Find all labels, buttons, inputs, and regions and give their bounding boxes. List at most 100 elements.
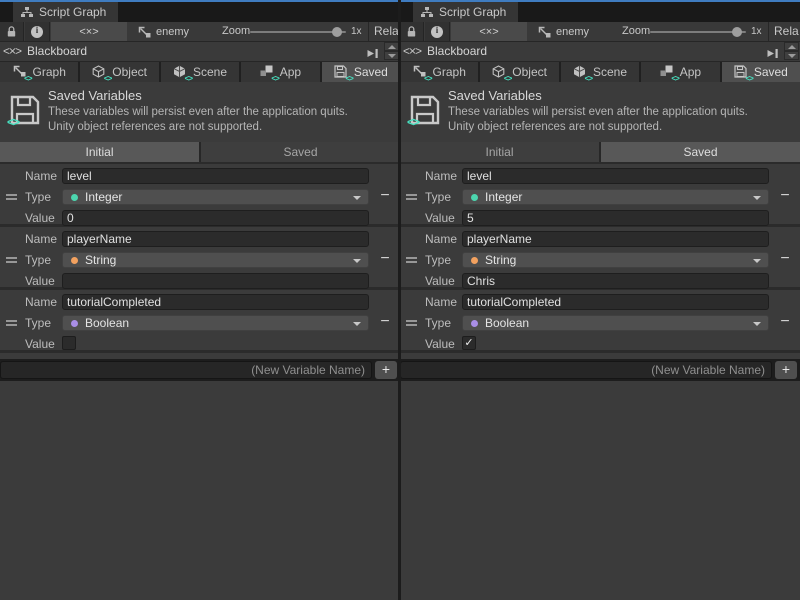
window-tab-label: Script Graph [439, 5, 506, 19]
tab-label: Object [112, 65, 147, 79]
tab-scene[interactable]: Scene [561, 62, 639, 82]
remove-variable-button[interactable]: − [375, 187, 395, 205]
variable-list: Name Type Integer − Value Name Type Stri… [400, 162, 800, 353]
toolbar-separator [368, 22, 369, 41]
variable-value-input[interactable] [62, 210, 369, 226]
variable-type-dropdown[interactable]: Integer [462, 189, 769, 205]
toolbar-separator [768, 22, 769, 41]
variable-name-input[interactable] [462, 231, 769, 247]
new-variable-input[interactable] [400, 361, 772, 379]
value-label: Value [25, 274, 55, 288]
code-badge-icon [7, 115, 19, 129]
object-tab-icon [492, 65, 506, 79]
variable-type-dropdown[interactable]: Boolean [62, 315, 369, 331]
remove-variable-button[interactable]: − [775, 250, 795, 268]
blackboard-header: <×> Blackboard [0, 42, 400, 62]
tab-app[interactable]: App [641, 62, 719, 82]
graph-breadcrumb-label: enemy [556, 26, 589, 38]
variable-name-input[interactable] [62, 168, 369, 184]
info-icon [31, 26, 43, 38]
scroll-up-button[interactable] [784, 42, 799, 51]
window-tab-script-graph[interactable]: Script Graph [413, 2, 518, 22]
variable-type-dropdown[interactable]: Integer [62, 189, 369, 205]
tab-label: App [280, 65, 301, 79]
initial-saved-subtabs: Initial Saved [400, 142, 800, 162]
tab-object[interactable]: Object [80, 62, 158, 82]
scroll-down-button[interactable] [784, 51, 799, 60]
chevron-down-icon [753, 259, 761, 263]
variable-value-input[interactable] [462, 210, 769, 226]
variable-value-checkbox[interactable]: ✓ [462, 336, 476, 350]
graph-toolbar: <×> enemy Zoom 1x Rela [400, 22, 800, 42]
variable-name-input[interactable] [62, 294, 369, 310]
remove-variable-button[interactable]: − [375, 313, 395, 331]
new-variable-row: + [400, 359, 800, 381]
graph-breadcrumb[interactable]: enemy [538, 22, 589, 41]
relations-button[interactable]: Rela [374, 22, 399, 41]
subtab-initial[interactable]: Initial [0, 142, 199, 162]
variable-value-checkbox[interactable] [62, 336, 76, 350]
variable-name-input[interactable] [462, 168, 769, 184]
chevron-down-icon [353, 322, 361, 326]
saved-variables-section-header: Saved Variables These variables will per… [0, 82, 400, 142]
info-button[interactable] [25, 22, 50, 41]
subtab-initial[interactable]: Initial [400, 142, 599, 162]
tab-graph[interactable]: Graph [400, 62, 478, 82]
zoom-value: 1x [751, 22, 762, 41]
variable-type-dropdown[interactable]: Boolean [462, 315, 769, 331]
tab-scene[interactable]: Scene [161, 62, 239, 82]
zoom-slider-handle[interactable] [732, 27, 742, 37]
zoom-slider[interactable] [250, 22, 346, 41]
code-view-button[interactable]: <×> [451, 22, 527, 41]
remove-variable-button[interactable]: − [775, 313, 795, 331]
panel-divider[interactable] [398, 0, 401, 600]
variable-type-dropdown[interactable]: String [62, 252, 369, 268]
remove-variable-button[interactable]: − [375, 250, 395, 268]
type-label: Type [25, 316, 51, 330]
variable-type-dropdown[interactable]: String [462, 252, 769, 268]
tab-saved[interactable]: Saved [722, 62, 800, 82]
new-variable-input[interactable] [0, 361, 372, 379]
window-tab-script-graph[interactable]: Script Graph [13, 2, 118, 22]
type-label: Type [425, 316, 451, 330]
variable-value-input[interactable] [62, 273, 369, 289]
checkmark-icon: ✓ [464, 337, 473, 349]
tab-saved[interactable]: Saved [322, 62, 400, 82]
code-badge-icon [407, 115, 419, 129]
variable-card-level: Name Type Integer − Value [0, 164, 400, 227]
subtab-saved[interactable]: Saved [601, 142, 800, 162]
lock-button[interactable] [0, 22, 24, 41]
add-variable-button[interactable]: + [375, 361, 397, 379]
variable-name-input[interactable] [62, 231, 369, 247]
tab-app[interactable]: App [241, 62, 319, 82]
info-icon [431, 26, 443, 38]
zoom-slider[interactable] [650, 22, 746, 41]
section-title: Saved Variables [448, 88, 542, 103]
value-label: Value [425, 211, 455, 225]
graph-breadcrumb[interactable]: enemy [138, 22, 189, 41]
graph-arrow-icon [538, 26, 551, 38]
scroll-down-button[interactable] [384, 51, 399, 60]
blackboard-header: <×> Blackboard [400, 42, 800, 62]
variable-card-tutorialCompleted: Name Type Boolean − Value [0, 290, 400, 353]
remove-variable-button[interactable]: − [775, 187, 795, 205]
zoom-slider-handle[interactable] [332, 27, 342, 37]
type-dropdown-value: Integer [85, 190, 122, 205]
tab-graph[interactable]: Graph [0, 62, 78, 82]
zoom-label: Zoom [222, 22, 250, 41]
add-variable-button[interactable]: + [775, 361, 797, 379]
scroll-up-button[interactable] [384, 42, 399, 51]
lock-button[interactable] [400, 22, 424, 41]
scene-tab-icon [573, 65, 587, 79]
tab-object[interactable]: Object [480, 62, 558, 82]
lock-icon [406, 26, 417, 38]
section-description-line1: These variables will persist even after … [448, 106, 748, 118]
relations-button[interactable]: Rela [774, 22, 799, 41]
window-tab-label: Script Graph [39, 5, 106, 19]
empty-area [400, 381, 800, 600]
subtab-saved[interactable]: Saved [201, 142, 400, 162]
info-button[interactable] [425, 22, 450, 41]
variable-name-input[interactable] [462, 294, 769, 310]
variable-value-input[interactable] [462, 273, 769, 289]
code-view-button[interactable]: <×> [51, 22, 127, 41]
